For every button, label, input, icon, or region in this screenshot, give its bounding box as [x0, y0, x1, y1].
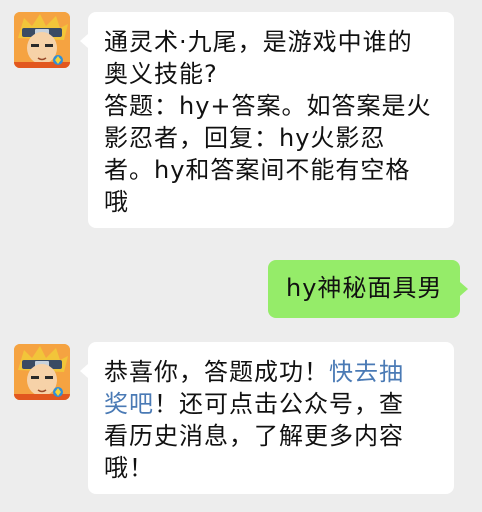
message-text-line: 答题：hy+答案。如答案是火	[104, 92, 432, 120]
message-text-line: 看历史消息，了解更多内容	[104, 422, 404, 450]
naruto-game-avatar-icon[interactable]	[14, 344, 70, 400]
naruto-game-avatar-icon[interactable]	[14, 12, 70, 68]
lottery-link[interactable]: 快去抽	[329, 358, 404, 386]
incoming-message-bubble[interactable]: 恭喜你，答题成功！快去抽 奖吧！还可点击公众号，查 看历史消息，了解更多内容 哦…	[80, 342, 454, 494]
message-text-line: 恭喜你，答题成功！快去抽	[104, 356, 438, 388]
lottery-link[interactable]: 奖吧	[104, 390, 154, 418]
message-text-line: 哦！	[104, 454, 154, 482]
message-text: ！还可点击公众号，查	[154, 390, 404, 418]
message-text-line: 哦	[104, 188, 129, 216]
message-text-line: 通灵术·九尾，是游戏中谁的	[104, 28, 413, 56]
incoming-message-bubble[interactable]: 通灵术·九尾，是游戏中谁的 奥义技能? 答题：hy+答案。如答案是火 影忍者，回…	[80, 12, 454, 228]
message-text-line: 影忍者，回复：hy火影忍	[104, 124, 386, 152]
message-text: hy神秘面具男	[286, 274, 443, 302]
message-text-line: 奖吧！还可点击公众号，查	[104, 388, 438, 420]
message-text-line: 奥义技能?	[104, 60, 218, 88]
message-text: 恭喜你，答题成功！	[104, 358, 329, 386]
message-text-line: 者。hy和答案间不能有空格	[104, 156, 411, 184]
outgoing-message-bubble[interactable]: hy神秘面具男	[268, 260, 469, 318]
